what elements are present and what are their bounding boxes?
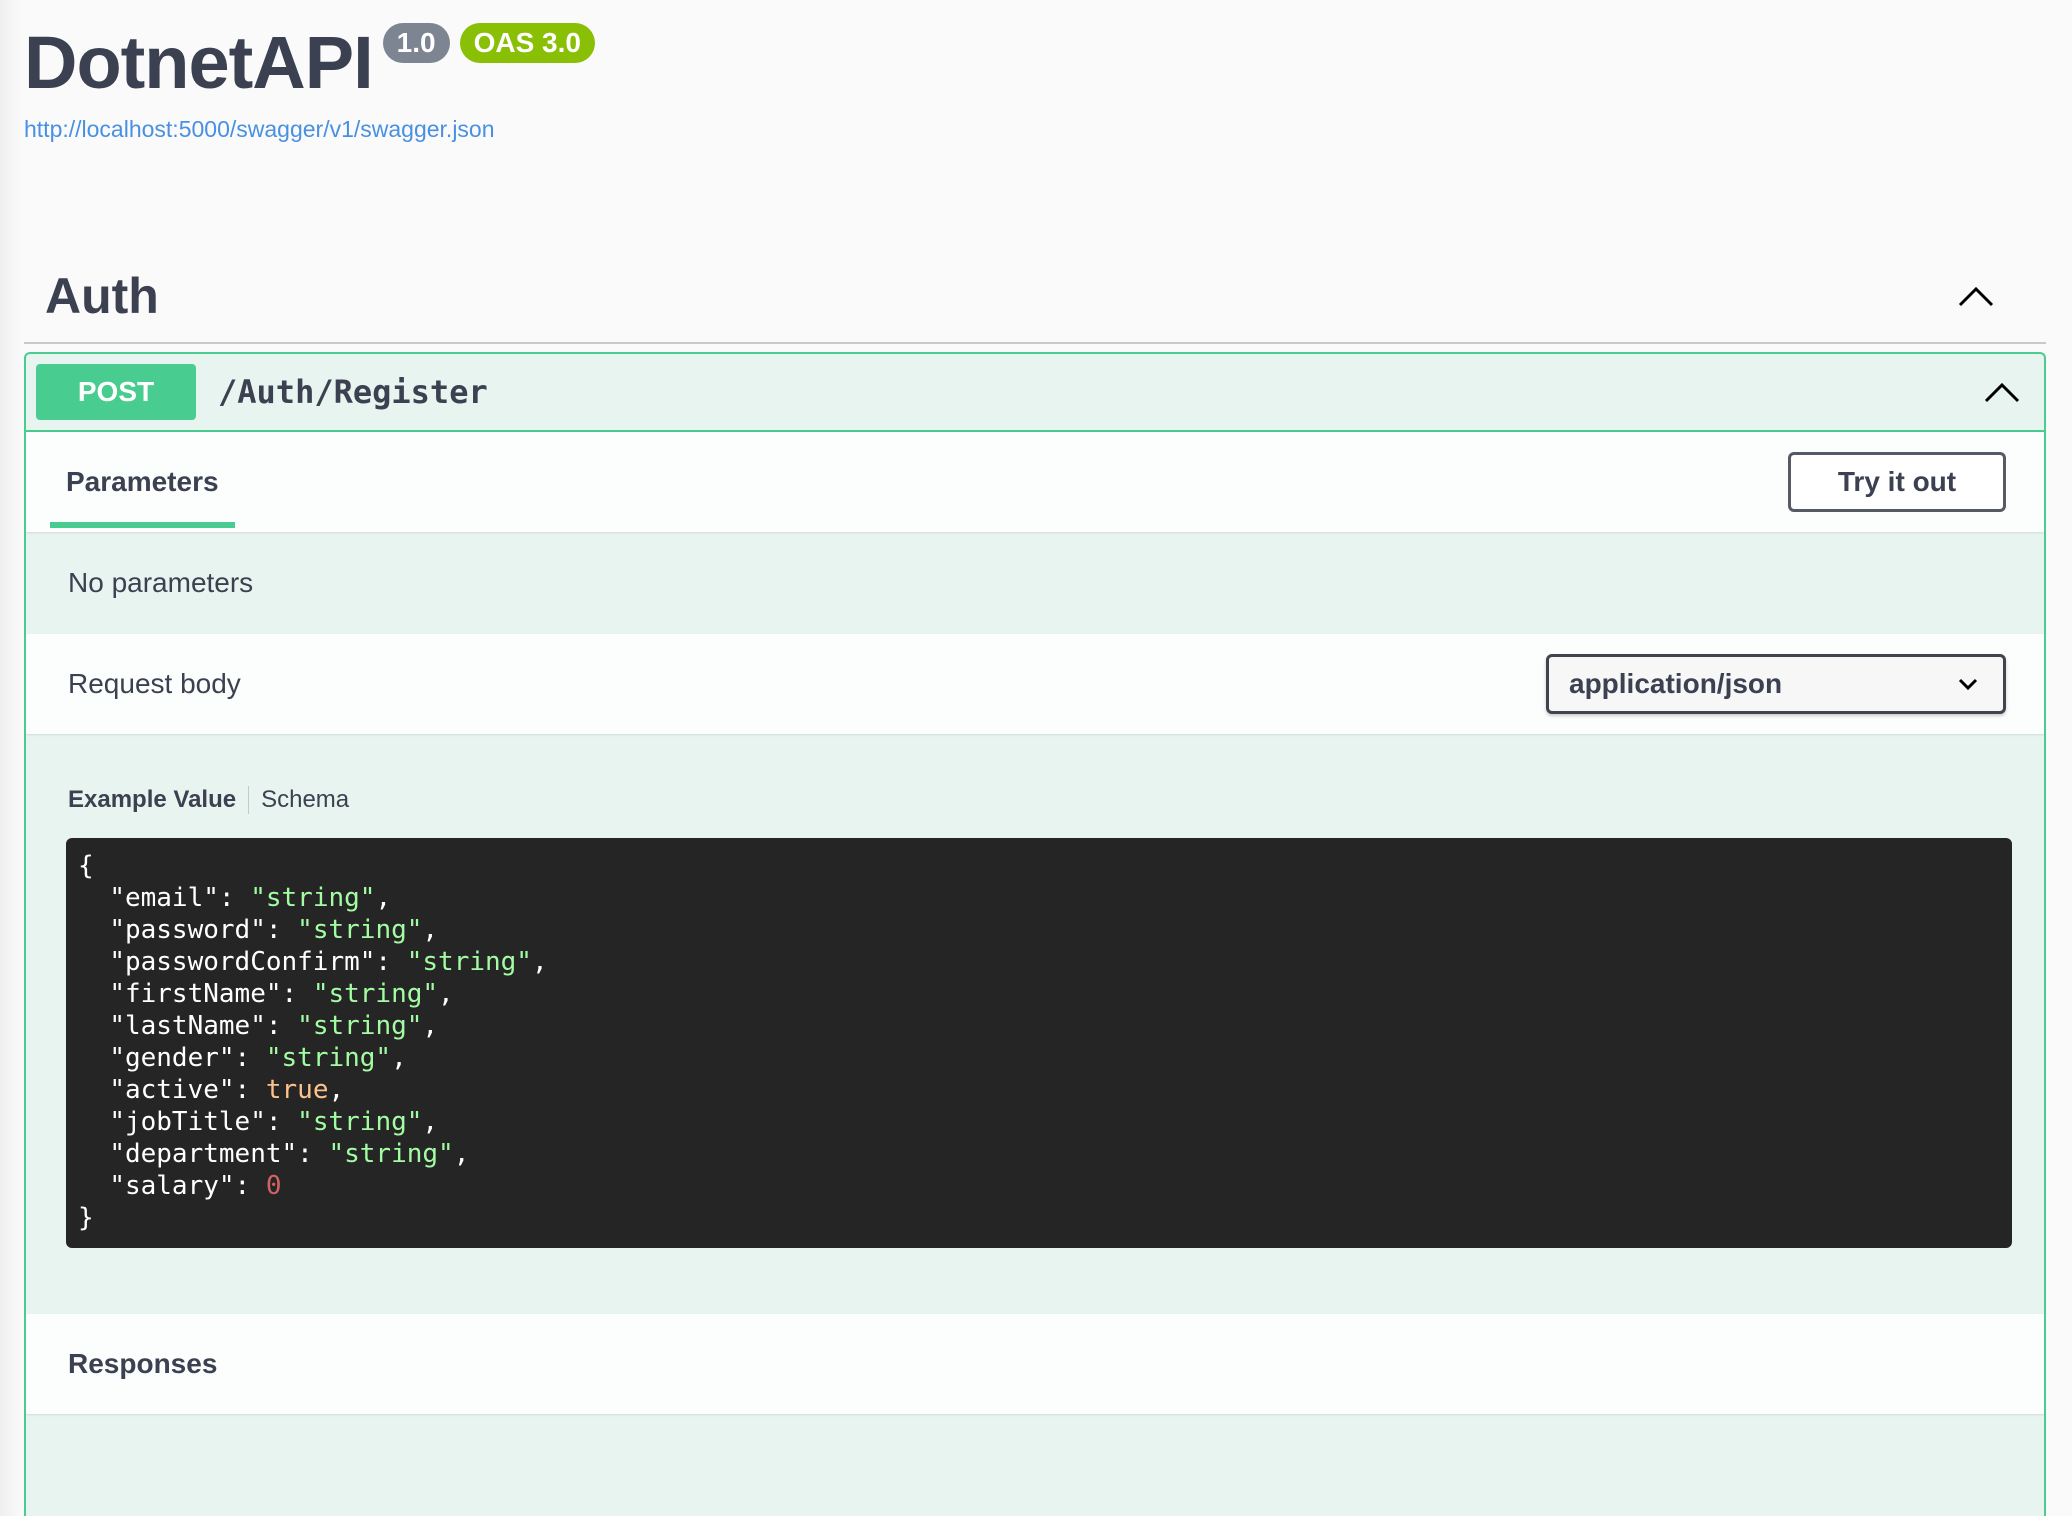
operation-block: POST /Auth/Register Parameters Try it ou…: [24, 352, 2046, 1516]
operation-summary[interactable]: POST /Auth/Register: [26, 354, 2044, 432]
json-key: "password": [109, 915, 266, 945]
json-value: "string": [265, 1043, 392, 1073]
code-line: "email": "string",: [109, 883, 392, 913]
parameters-header: Parameters Try it out: [26, 432, 2044, 532]
code-line-open: {: [78, 851, 94, 881]
operation-path: /Auth/Register: [218, 373, 488, 411]
code-line: "lastName": "string",: [109, 1011, 439, 1041]
json-comma: ,: [453, 1139, 470, 1169]
json-key: "lastName": [109, 1011, 266, 1041]
json-value: "string": [297, 1107, 423, 1137]
request-body-header: Request body application/json: [26, 634, 2044, 734]
json-comma: ,: [328, 1075, 345, 1105]
json-comma: ,: [391, 1043, 407, 1073]
code-line: "department": "string",: [109, 1139, 470, 1169]
example-tabs: Example Value Schema: [68, 784, 2006, 816]
json-key: "active": [109, 1075, 235, 1105]
chevron-down-icon: [1958, 678, 1978, 691]
tag-section-header[interactable]: Auth: [24, 250, 2046, 344]
json-value: "string": [406, 947, 532, 977]
json-key: "firstName": [109, 979, 282, 1009]
code-line: "password": "string",: [109, 915, 439, 945]
tab-divider: [248, 786, 250, 814]
try-it-out-button[interactable]: Try it out: [1788, 452, 2006, 512]
spec-url-link[interactable]: http://localhost:5000/swagger/v1/swagger…: [24, 116, 595, 143]
json-value: "string": [250, 883, 376, 913]
json-value: "string": [297, 915, 423, 945]
tab-schema[interactable]: Schema: [261, 786, 349, 814]
code-line: "jobTitle": "string",: [109, 1107, 439, 1137]
json-comma: ,: [422, 915, 439, 945]
code-line: "firstName": "string",: [109, 979, 454, 1009]
responses-label: Responses: [68, 1348, 218, 1379]
code-line: "active": true,: [109, 1075, 345, 1105]
json-value: 0: [265, 1171, 282, 1201]
json-key: "department": [109, 1139, 298, 1169]
chevron-up-icon[interactable]: [1956, 276, 1996, 316]
json-comma: ,: [438, 979, 454, 1009]
responses-header: Responses: [26, 1314, 2044, 1414]
collapse-chevron-icon[interactable]: [1982, 372, 2022, 412]
method-badge: POST: [36, 364, 196, 420]
json-comma: ,: [422, 1011, 439, 1041]
example-spacer: [26, 1214, 2044, 1314]
json-comma: ,: [375, 883, 392, 913]
json-value: "string": [297, 1011, 423, 1041]
json-key: "gender": [109, 1043, 235, 1073]
example-json-code[interactable]: { "email": "string", "password": "string…: [66, 838, 2012, 1248]
code-line: "passwordConfirm": "string",: [109, 947, 548, 977]
tag-title: Auth: [45, 268, 159, 324]
json-value: "string": [328, 1139, 454, 1169]
page-edge-shade: [0, 0, 22, 1516]
json-key: "passwordConfirm": [109, 947, 376, 977]
json-key: "salary": [109, 1171, 235, 1201]
tab-example-value[interactable]: Example Value: [68, 786, 236, 814]
code-line: "salary": 0: [109, 1171, 282, 1201]
version-badge: 1.0: [382, 23, 450, 63]
oas-badge: OAS 3.0: [459, 23, 595, 63]
content-type-select[interactable]: application/json: [1546, 654, 2006, 714]
json-key: "jobTitle": [109, 1107, 266, 1137]
json-comma: ,: [422, 1107, 439, 1137]
api-title: DotnetAPI: [24, 21, 374, 104]
request-body-label: Request body: [68, 668, 241, 699]
json-comma: ,: [531, 947, 548, 977]
no-parameters-text: No parameters: [68, 567, 254, 598]
title-row: DotnetAPI 1.0 OAS 3.0: [24, 18, 595, 108]
json-value: true: [265, 1075, 329, 1105]
json-key: "email": [109, 883, 219, 913]
content-type-value: application/json: [1569, 668, 1783, 699]
json-value: "string": [312, 979, 439, 1009]
tab-parameters[interactable]: Parameters: [50, 432, 235, 532]
code-line: "gender": "string",: [109, 1043, 407, 1073]
api-info: DotnetAPI 1.0 OAS 3.0 http://localhost:5…: [24, 18, 595, 143]
example-area: Example Value Schema { "email": "string"…: [26, 734, 2044, 1248]
